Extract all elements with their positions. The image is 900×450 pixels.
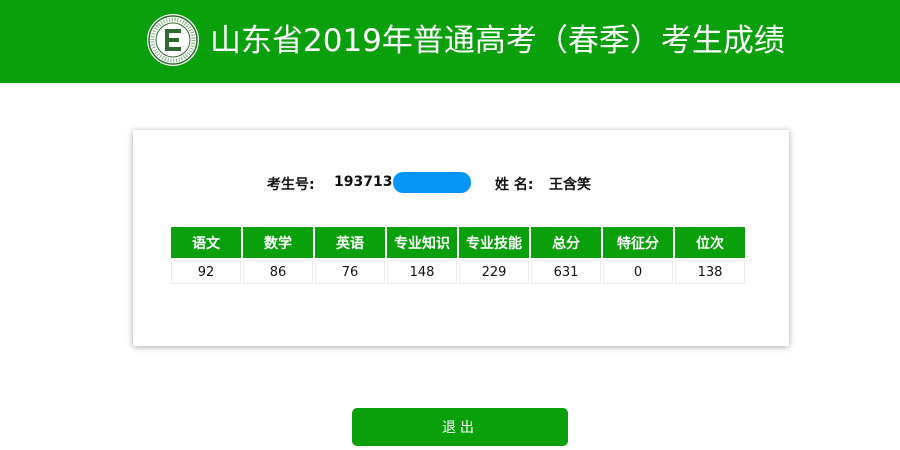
header-rank: 位次 — [675, 227, 745, 258]
redaction-mark — [393, 172, 471, 193]
header-special-points: 特征分 — [603, 227, 673, 258]
school-emblem-icon — [147, 14, 199, 66]
score-table: 语文 数学 英语 专业知识 专业技能 总分 特征分 位次 92 86 76 14… — [169, 225, 747, 286]
candidate-info: 考生号: 193713 姓 名: 王含笑 — [133, 172, 789, 194]
candidate-name-value: 王含笑 — [549, 177, 591, 193]
score-chinese: 92 — [171, 260, 241, 284]
score-header-row: 语文 数学 英语 专业知识 专业技能 总分 特征分 位次 — [171, 227, 745, 258]
score-professional-skill: 229 — [459, 260, 529, 284]
header-professional-knowledge: 专业知识 — [387, 227, 457, 258]
score-value-row: 92 86 76 148 229 631 0 138 — [171, 260, 745, 284]
page-title: 山东省2019年普通高考（春季）考生成绩 — [210, 23, 785, 59]
candidate-id-value: 193713 — [334, 174, 393, 190]
candidate-name-label: 姓 名: — [495, 177, 534, 193]
score-rank: 138 — [675, 260, 745, 284]
score-card: 考生号: 193713 姓 名: 王含笑 语文 数学 英语 专业知识 专业技能 … — [133, 130, 789, 346]
score-math: 86 — [243, 260, 313, 284]
score-special-points: 0 — [603, 260, 673, 284]
header-total: 总分 — [531, 227, 601, 258]
score-total: 631 — [531, 260, 601, 284]
header-english: 英语 — [315, 227, 385, 258]
score-professional-knowledge: 148 — [387, 260, 457, 284]
header-bar: 山东省2019年普通高考（春季）考生成绩 — [0, 0, 900, 83]
header-professional-skill: 专业技能 — [459, 227, 529, 258]
header-math: 数学 — [243, 227, 313, 258]
header-chinese: 语文 — [171, 227, 241, 258]
logout-button[interactable]: 退出 — [352, 408, 568, 446]
candidate-id-label: 考生号: — [267, 177, 315, 193]
score-english: 76 — [315, 260, 385, 284]
